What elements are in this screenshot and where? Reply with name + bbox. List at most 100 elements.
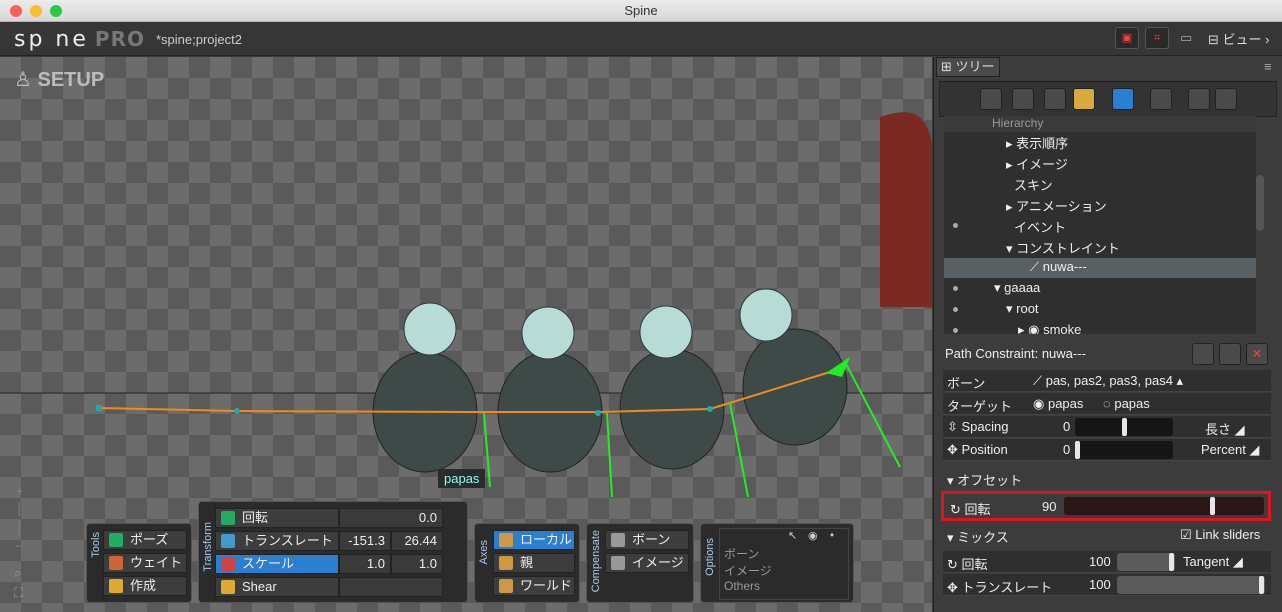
expand-icon[interactable] — [1215, 88, 1237, 110]
tree-row-selected[interactable] — [944, 258, 1256, 278]
tree-node-skins[interactable]: スキン — [1014, 175, 1053, 194]
target-bone[interactable]: ◉ papas — [1033, 396, 1083, 412]
close-button[interactable] — [10, 5, 22, 17]
zoom-button[interactable] — [50, 5, 62, 17]
tree-node-smoke[interactable]: ▸ ◉ smoke — [1018, 322, 1081, 334]
compensate-group: Compensate ボーン イメージ — [586, 523, 694, 603]
weights-tool-button[interactable]: ウェイト — [103, 553, 187, 573]
cursor-icon: ↖ — [788, 530, 798, 542]
axes-local-button[interactable]: ローカル — [493, 530, 575, 550]
circle-icon[interactable] — [1012, 88, 1034, 110]
spacing-value[interactable]: 0 — [1063, 419, 1070, 434]
tree-toolbar — [939, 81, 1277, 117]
minimize-button[interactable] — [30, 5, 42, 17]
offset-rotate-value[interactable]: 90 — [1042, 499, 1056, 514]
hierarchy-tree[interactable]: Hierarchy ▸ 表示順序 ▸ イメージ スキン ▸ アニメーション イベ… — [944, 116, 1256, 334]
options-others-row[interactable]: Others — [724, 579, 760, 593]
position-mode[interactable]: Percent ◢ — [1201, 442, 1259, 458]
tools-label: Tools — [90, 532, 102, 558]
visibility-dot[interactable] — [953, 286, 958, 291]
tree-tab[interactable]: ⊞ ツリー — [936, 57, 1000, 77]
position-row: ✥ Position 0 Percent ◢ — [943, 439, 1271, 461]
tree-node-animations[interactable]: ▸ アニメーション — [1006, 196, 1107, 215]
rename-icon[interactable] — [1219, 343, 1241, 365]
tree-node-draworder[interactable]: ▸ 表示順序 — [1006, 133, 1068, 152]
compensate-bones-button[interactable]: ボーン — [605, 530, 689, 550]
create-tool-button[interactable]: 作成 — [103, 576, 187, 596]
tools-group: Tools ポーズ ウェイト 作成 — [86, 523, 192, 603]
spacing-row: ⇳ Spacing 0 長さ ◢ — [943, 416, 1271, 438]
position-slider[interactable] — [1075, 441, 1173, 459]
editor-viewport[interactable]: ♙ SETUP papas + │ │ – ⌕ ⛶ Tools ポーズ ウェイト 作成… — [0, 57, 932, 612]
zoom-slider[interactable]: + │ │ – — [16, 482, 24, 554]
mix-translate-slider[interactable] — [1117, 576, 1265, 594]
window-title: Spine — [624, 3, 658, 18]
zoom-icon[interactable]: ⌕ — [14, 565, 21, 581]
translate-x-field[interactable]: -151.3 — [339, 531, 391, 551]
transform-group: Transform 回転 0.0 トランスレート -151.3 26.44 スケ… — [198, 501, 468, 603]
transform-label: Transform — [202, 522, 214, 572]
bones-row: ボーン ⟋ pas, pas2, pas3, pas4 ▴ — [943, 370, 1271, 392]
mix-rotate-row: ↻ 回転 100 Tangent ◢ — [943, 551, 1271, 573]
offset-section[interactable]: ▾ オフセット — [947, 470, 1022, 489]
tree-node-constraints[interactable]: ▾ コンストレイント — [1006, 238, 1120, 257]
translate-y-field[interactable]: 26.44 — [391, 531, 443, 551]
fit-icon[interactable]: ⛶ — [14, 585, 23, 601]
panel-menu-icon[interactable]: ≡ — [1264, 59, 1272, 74]
scale-tool-button[interactable]: スケール — [215, 554, 339, 574]
filter-icon[interactable] — [1073, 88, 1095, 110]
pencil-icon[interactable] — [1044, 88, 1066, 110]
view-menu[interactable]: ⊟ ビュー › — [1208, 29, 1269, 48]
mix-section[interactable]: ▾ ミックス — [947, 527, 1009, 546]
tag-icon: ⬩ — [830, 529, 834, 541]
options-images-row[interactable]: イメージ — [724, 562, 772, 579]
options-label: Options — [704, 538, 716, 576]
hierarchy-header: Hierarchy — [944, 116, 1256, 132]
shear-field[interactable] — [339, 577, 443, 597]
tree-node-gaaaa[interactable]: ▾ gaaaa — [994, 280, 1040, 296]
viewport-mode-icon[interactable]: ▣ — [1115, 27, 1139, 49]
bones-value[interactable]: ⟋ pas, pas2, pas3, pas4 ▴ — [1033, 373, 1183, 389]
axes-world-button[interactable]: ワールド — [493, 576, 575, 596]
visibility-dot[interactable] — [953, 328, 958, 333]
layout-icon[interactable]: ▭ — [1180, 30, 1192, 46]
spacing-mode[interactable]: 長さ ◢ — [1205, 419, 1245, 438]
tree-scrollbar[interactable] — [1256, 175, 1264, 231]
tree-node-root[interactable]: ▾ root — [1006, 301, 1039, 317]
tree-node-images[interactable]: ▸ イメージ — [1006, 154, 1068, 173]
app-toolbar: sp ne PRO *spine;project2 ▣ ⌗ ▭ ⊟ ビュー › — [0, 22, 1282, 56]
axes-parent-button[interactable]: 親 — [493, 553, 575, 573]
tree-node-nuwa[interactable]: ⟋ nuwa--- — [1030, 259, 1087, 275]
mix-rotate-slider[interactable] — [1117, 553, 1175, 571]
mix-rotate-mode[interactable]: Tangent ◢ — [1183, 554, 1243, 570]
translate-tool-button[interactable]: トランスレート — [215, 531, 339, 551]
visibility-dot[interactable] — [953, 223, 958, 228]
project-name: *spine;project2 — [156, 32, 242, 47]
collapse-icon[interactable] — [1188, 88, 1210, 110]
tree-node-events[interactable]: イベント — [1014, 217, 1066, 236]
options-bones-row[interactable]: ボーン — [724, 545, 759, 562]
search-icon[interactable] — [1150, 88, 1172, 110]
mix-translate-value[interactable]: 100 — [1089, 577, 1111, 592]
scale-y-field[interactable]: 1.0 — [391, 554, 443, 574]
rotate-field[interactable]: 0.0 — [339, 508, 443, 528]
rotate-tool-button[interactable]: 回転 — [215, 508, 339, 528]
link-sliders-checkbox[interactable]: ☑ Link sliders — [1180, 527, 1260, 543]
position-value[interactable]: 0 — [1063, 442, 1070, 457]
pose-tool-button[interactable]: ポーズ — [103, 530, 187, 550]
mix-rotate-value[interactable]: 100 — [1089, 554, 1111, 569]
shear-tool-button[interactable]: Shear — [215, 577, 339, 597]
frame-icon[interactable]: ⌗ — [1145, 27, 1169, 49]
target-path[interactable]: ◌ papas — [1103, 396, 1150, 411]
select-icon[interactable] — [1112, 88, 1134, 110]
brush-icon[interactable] — [980, 88, 1002, 110]
spacing-slider[interactable] — [1075, 418, 1173, 436]
visibility-dot[interactable] — [953, 307, 958, 312]
scale-x-field[interactable]: 1.0 — [339, 554, 391, 574]
compensate-label: Compensate — [590, 530, 602, 593]
delete-icon[interactable]: ✕ — [1246, 343, 1268, 365]
axes-label: Axes — [478, 540, 490, 565]
compensate-images-button[interactable]: イメージ — [605, 553, 689, 573]
offset-rotate-slider[interactable] — [1064, 497, 1264, 515]
duplicate-icon[interactable] — [1192, 343, 1214, 365]
